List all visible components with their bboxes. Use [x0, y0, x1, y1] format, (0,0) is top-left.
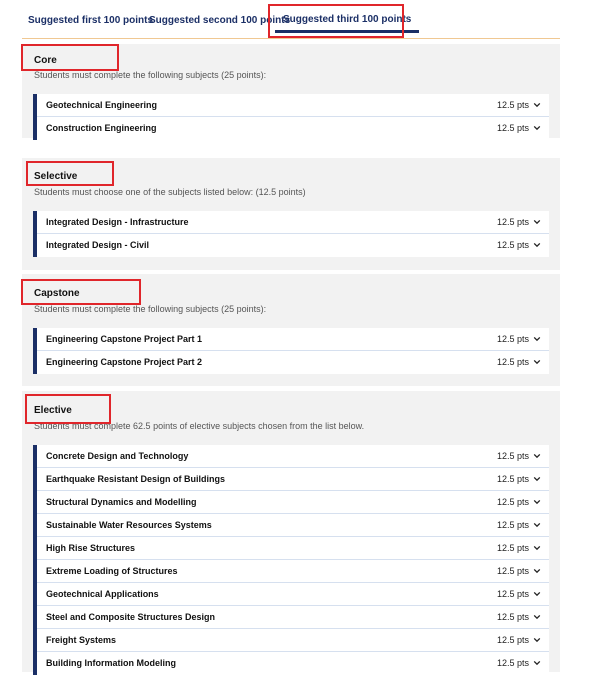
subject-name: Engineering Capstone Project Part 1	[46, 334, 203, 344]
subject-points: 12.5 pts	[496, 240, 529, 250]
subject-points: 12.5 pts	[496, 217, 529, 227]
tab-suggested-third-100[interactable]: Suggested third 100 points	[275, 10, 420, 33]
section-capstone: Capstone Students must complete the foll…	[22, 274, 560, 386]
subject-row[interactable]: Sustainable Water Resources Systems 12.5…	[37, 514, 549, 537]
subject-row[interactable]: Engineering Capstone Project Part 2 12.5…	[37, 351, 549, 374]
subject-row[interactable]: Earthquake Resistant Design of Buildings…	[37, 468, 549, 491]
subject-points: 12.5 pts	[496, 497, 529, 507]
subject-list-core: Geotechnical Engineering 12.5 pts Constr…	[33, 94, 549, 140]
subject-row[interactable]: Integrated Design - Civil 12.5 pts	[37, 234, 549, 257]
section-title-capstone: Capstone	[34, 288, 80, 299]
section-desc-selective: Students must choose one of the subjects…	[34, 187, 306, 197]
subject-points: 12.5 pts	[496, 123, 529, 133]
chevron-down-icon[interactable]	[533, 498, 541, 506]
subject-name: Building Information Modeling	[46, 658, 176, 668]
subject-list-elective: Concrete Design and Technology 12.5 pts …	[33, 445, 549, 675]
chevron-down-icon[interactable]	[533, 613, 541, 621]
subject-list-capstone: Engineering Capstone Project Part 1 12.5…	[33, 328, 549, 374]
subject-row[interactable]: Construction Engineering 12.5 pts	[37, 117, 549, 140]
tab-bar: Suggested first 100 points Suggested sec…	[22, 6, 560, 39]
subject-points: 12.5 pts	[496, 520, 529, 530]
section-core: Core Students must complete the followin…	[22, 44, 560, 140]
subject-points: 12.5 pts	[496, 474, 529, 484]
section-title-core: Core	[34, 55, 57, 66]
subject-name: Integrated Design - Civil	[46, 240, 150, 250]
subject-name: Freight Systems	[46, 635, 117, 645]
subject-points: 12.5 pts	[496, 357, 529, 367]
chevron-down-icon[interactable]	[533, 659, 541, 667]
section-title-elective: Elective	[34, 405, 72, 416]
subject-row[interactable]: Geotechnical Applications 12.5 pts	[37, 583, 549, 606]
subject-points: 12.5 pts	[496, 658, 529, 668]
chevron-down-icon[interactable]	[533, 124, 541, 132]
subject-name: Construction Engineering	[46, 123, 157, 133]
subject-points: 12.5 pts	[496, 635, 529, 645]
section-elective: Elective Students must complete 62.5 poi…	[22, 391, 560, 675]
subject-list-selective: Integrated Design - Infrastructure 12.5 …	[33, 211, 549, 257]
chevron-down-icon[interactable]	[533, 218, 541, 226]
subject-row[interactable]: High Rise Structures 12.5 pts	[37, 537, 549, 560]
chevron-down-icon[interactable]	[533, 544, 541, 552]
subject-name: Steel and Composite Structures Design	[46, 612, 216, 622]
subject-points: 12.5 pts	[496, 451, 529, 461]
subject-row[interactable]: Structural Dynamics and Modelling 12.5 p…	[37, 491, 549, 514]
chevron-down-icon[interactable]	[533, 636, 541, 644]
subject-points: 12.5 pts	[496, 566, 529, 576]
subject-name: Engineering Capstone Project Part 2	[46, 357, 203, 367]
subject-name: High Rise Structures	[46, 543, 136, 553]
subject-row[interactable]: Engineering Capstone Project Part 1 12.5…	[37, 328, 549, 351]
subject-name: Structural Dynamics and Modelling	[46, 497, 197, 507]
subject-name: Geotechnical Engineering	[46, 100, 158, 110]
chevron-down-icon[interactable]	[533, 101, 541, 109]
subject-name: Extreme Loading of Structures	[46, 566, 178, 576]
section-desc-capstone: Students must complete the following sub…	[34, 304, 267, 314]
subject-row[interactable]: Freight Systems 12.5 pts	[37, 629, 549, 652]
subject-name: Concrete Design and Technology	[46, 451, 189, 461]
chevron-down-icon[interactable]	[533, 335, 541, 343]
subject-name: Integrated Design - Infrastructure	[46, 217, 189, 227]
subject-points: 12.5 pts	[496, 334, 529, 344]
chevron-down-icon[interactable]	[533, 590, 541, 598]
chevron-down-icon[interactable]	[533, 241, 541, 249]
chevron-down-icon[interactable]	[533, 567, 541, 575]
chevron-down-icon[interactable]	[533, 521, 541, 529]
subject-points: 12.5 pts	[496, 612, 529, 622]
subject-points: 12.5 pts	[496, 543, 529, 553]
subject-name: Sustainable Water Resources Systems	[46, 520, 212, 530]
chevron-down-icon[interactable]	[533, 475, 541, 483]
chevron-down-icon[interactable]	[533, 358, 541, 366]
subject-row[interactable]: Integrated Design - Infrastructure 12.5 …	[37, 211, 549, 234]
section-desc-elective: Students must complete 62.5 points of el…	[34, 421, 365, 431]
tab-suggested-first-100[interactable]: Suggested first 100 points	[28, 15, 153, 26]
subject-name: Geotechnical Applications	[46, 589, 159, 599]
subject-row[interactable]: Concrete Design and Technology 12.5 pts	[37, 445, 549, 468]
section-desc-core: Students must complete the following sub…	[34, 70, 267, 80]
chevron-down-icon[interactable]	[533, 452, 541, 460]
tab-suggested-second-100[interactable]: Suggested second 100 points	[149, 15, 290, 26]
section-title-selective: Selective	[34, 171, 78, 182]
subject-name: Earthquake Resistant Design of Buildings	[46, 474, 226, 484]
section-selective: Selective Students must choose one of th…	[22, 158, 560, 270]
subject-points: 12.5 pts	[496, 100, 529, 110]
subject-points: 12.5 pts	[496, 589, 529, 599]
subject-row[interactable]: Steel and Composite Structures Design 12…	[37, 606, 549, 629]
subject-row[interactable]: Extreme Loading of Structures 12.5 pts	[37, 560, 549, 583]
subject-row[interactable]: Geotechnical Engineering 12.5 pts	[37, 94, 549, 117]
